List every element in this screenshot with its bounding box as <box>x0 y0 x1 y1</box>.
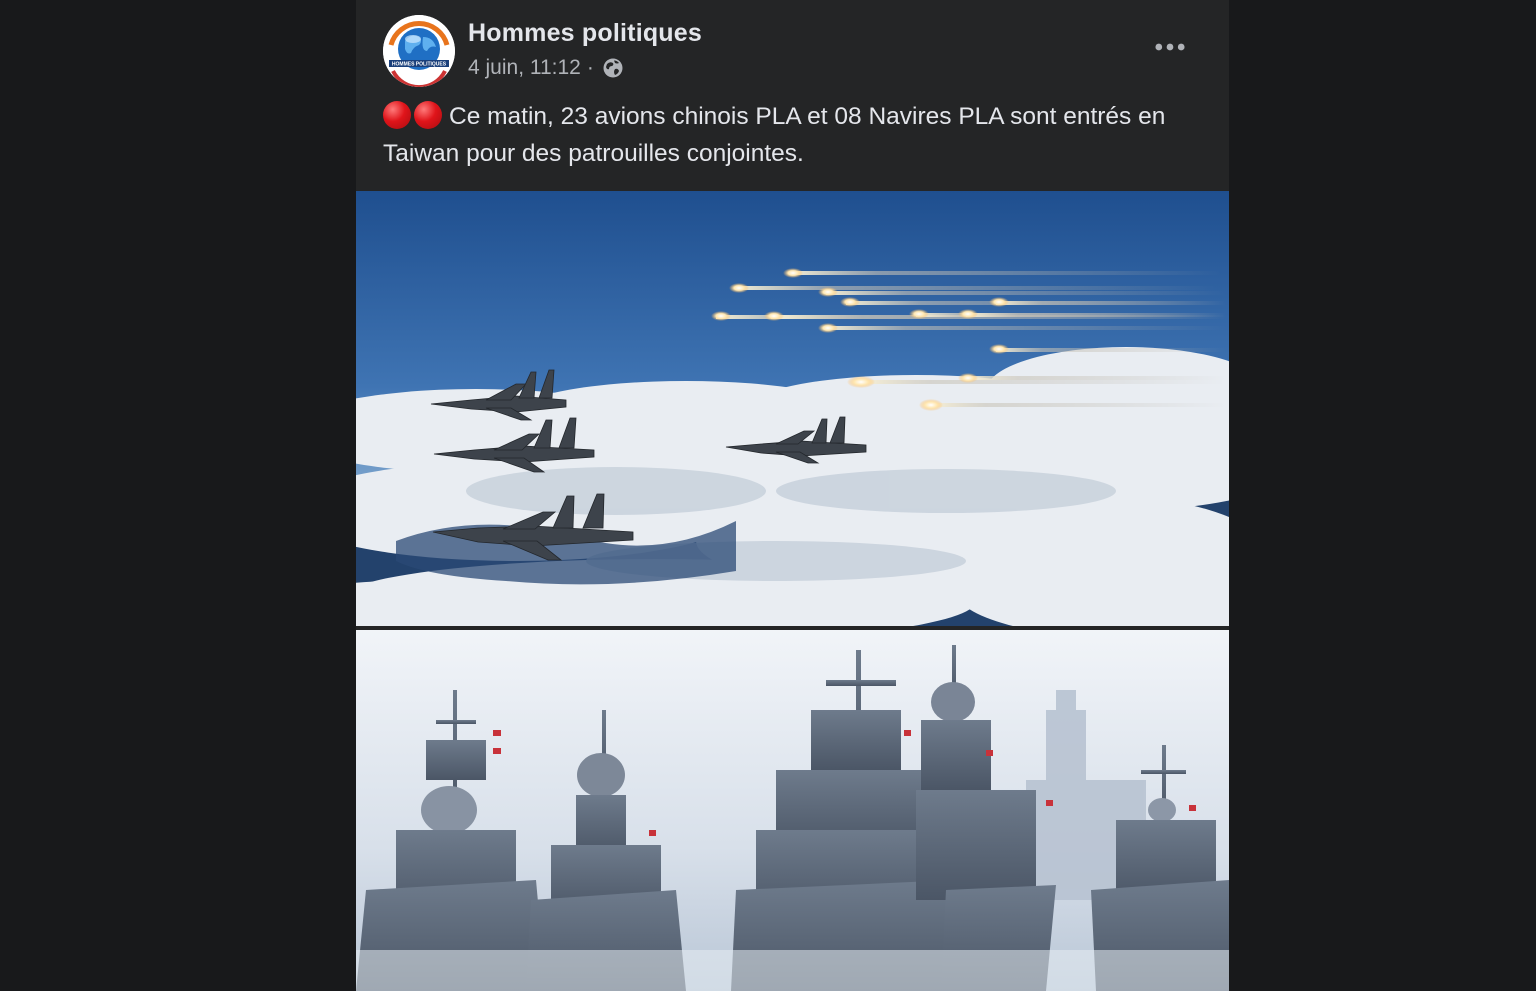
page-logo-icon: HOMMES POLITIQUES <box>383 15 455 87</box>
meta-separator: · <box>586 56 594 79</box>
post-message: Ce matin, 23 avions chinois PLA et 08 Na… <box>383 98 1213 172</box>
post-message-text: Ce matin, 23 avions chinois PLA et 08 Na… <box>383 103 1166 167</box>
post-image-warships[interactable] <box>356 630 1229 991</box>
page-name-link[interactable]: Hommes politiques <box>468 19 702 48</box>
more-options-icon <box>1155 43 1185 51</box>
page-avatar[interactable]: HOMMES POLITIQUES <box>383 15 455 87</box>
post-timestamp[interactable]: 4 juin, 11:12 <box>468 56 581 80</box>
post-card: HOMMES POLITIQUES Hommes politiques 4 ju… <box>356 0 1229 991</box>
globe-icon[interactable] <box>602 57 624 79</box>
red-circle-emoji <box>414 101 442 129</box>
more-options-button[interactable] <box>1150 30 1190 64</box>
avatar-logo-text: HOMMES POLITIQUES <box>392 62 447 68</box>
post-header: HOMMES POLITIQUES Hommes politiques 4 ju… <box>356 0 1229 100</box>
post-image-jets[interactable] <box>356 191 1229 626</box>
post-meta: 4 juin, 11:12 · <box>468 56 624 80</box>
red-circle-emoji <box>383 101 411 129</box>
